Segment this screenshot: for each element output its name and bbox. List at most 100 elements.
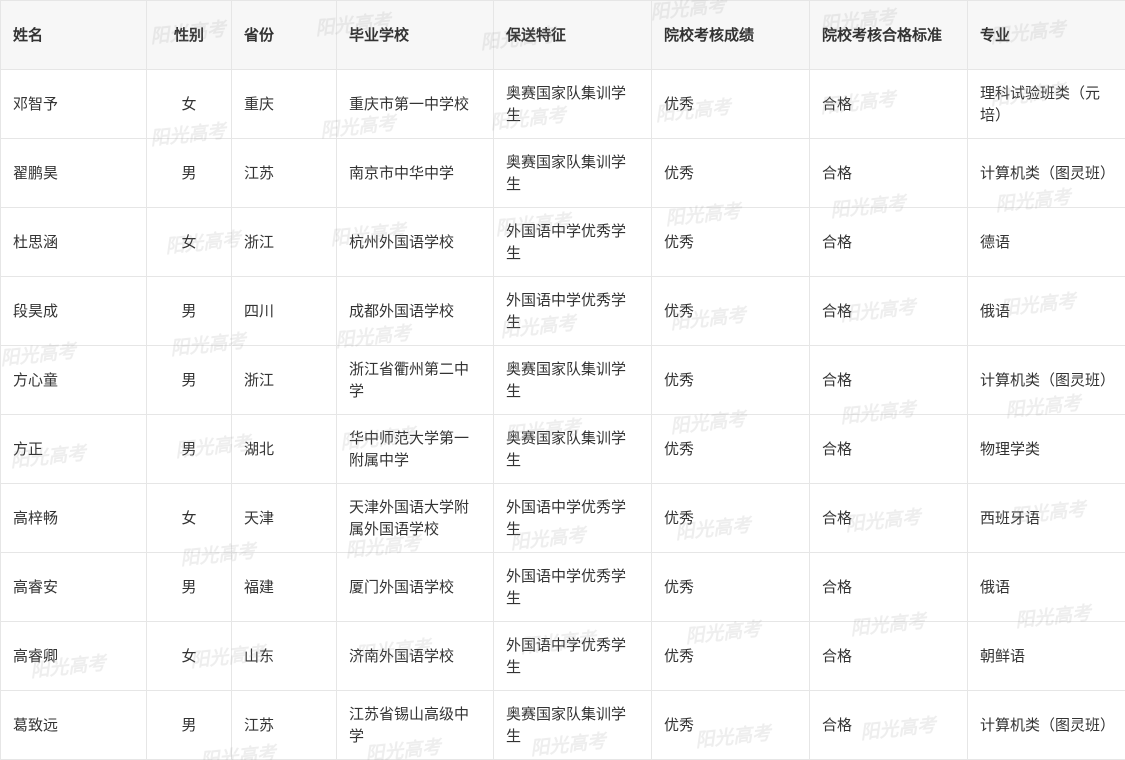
header-score: 院校考核成绩 xyxy=(651,0,810,70)
cell-major: 西班牙语 xyxy=(967,483,1125,553)
table-row: 方心童男浙江 浙江省衢州第二中学 奥赛国家队集训学生 优秀 合格 计算机类（图灵班） xyxy=(0,345,1125,415)
cell-major: 计算机类（图灵班） xyxy=(967,345,1125,415)
cell-province: 浙江 xyxy=(231,345,337,415)
cell-standard: 合格 xyxy=(809,690,968,760)
admission-table: 姓名 性别 省份 毕业学校 保送特征 院校考核成绩 院校考核合格标准 专业 邓智… xyxy=(0,0,1125,760)
cell-standard: 合格 xyxy=(809,207,968,277)
cell-major: 计算机类（图灵班） xyxy=(967,690,1125,760)
header-school: 毕业学校 xyxy=(336,0,494,70)
table-row: 邓智予女重庆 重庆市第一中学校 奥赛国家队集训学生 优秀 合格 理科试验班类（元培） xyxy=(0,69,1125,139)
cell-feature: 奥赛国家队集训学生 xyxy=(493,414,652,484)
cell-school: 华中师范大学第一附属中学 xyxy=(336,414,494,484)
cell-major: 俄语 xyxy=(967,552,1125,622)
table-row: 段昊成男四川 成都外国语学校 外国语中学优秀学生 优秀 合格 俄语 xyxy=(0,276,1125,346)
cell-school: 浙江省衢州第二中学 xyxy=(336,345,494,415)
cell-feature: 外国语中学优秀学生 xyxy=(493,552,652,622)
cell-name: 高睿卿 xyxy=(0,621,147,691)
cell-gender: 男 xyxy=(146,552,232,622)
cell-score: 优秀 xyxy=(651,138,810,208)
cell-school: 重庆市第一中学校 xyxy=(336,69,494,139)
cell-feature: 奥赛国家队集训学生 xyxy=(493,138,652,208)
table-row: 高睿卿女山东 济南外国语学校 外国语中学优秀学生 优秀 合格 朝鲜语 xyxy=(0,621,1125,691)
cell-name: 翟鹏昊 xyxy=(0,138,147,208)
cell-school: 天津外国语大学附属外国语学校 xyxy=(336,483,494,553)
cell-gender: 男 xyxy=(146,414,232,484)
cell-score: 优秀 xyxy=(651,276,810,346)
table-row: 葛致远男江苏 江苏省锡山高级中学 奥赛国家队集训学生 优秀 合格 计算机类（图灵班） xyxy=(0,690,1125,760)
cell-name: 高睿安 xyxy=(0,552,147,622)
cell-province: 江苏 xyxy=(231,690,337,760)
cell-name: 方心童 xyxy=(0,345,147,415)
cell-name: 邓智予 xyxy=(0,69,147,139)
cell-score: 优秀 xyxy=(651,552,810,622)
cell-standard: 合格 xyxy=(809,345,968,415)
cell-school: 济南外国语学校 xyxy=(336,621,494,691)
cell-score: 优秀 xyxy=(651,621,810,691)
cell-gender: 男 xyxy=(146,276,232,346)
cell-gender: 男 xyxy=(146,690,232,760)
cell-name: 段昊成 xyxy=(0,276,147,346)
header-province: 省份 xyxy=(231,0,337,70)
cell-province: 浙江 xyxy=(231,207,337,277)
cell-major: 德语 xyxy=(967,207,1125,277)
cell-feature: 奥赛国家队集训学生 xyxy=(493,345,652,415)
cell-school: 厦门外国语学校 xyxy=(336,552,494,622)
cell-gender: 男 xyxy=(146,345,232,415)
cell-major: 物理学类 xyxy=(967,414,1125,484)
cell-school: 杭州外国语学校 xyxy=(336,207,494,277)
cell-school: 江苏省锡山高级中学 xyxy=(336,690,494,760)
cell-gender: 女 xyxy=(146,207,232,277)
cell-gender: 男 xyxy=(146,138,232,208)
cell-major: 俄语 xyxy=(967,276,1125,346)
cell-score: 优秀 xyxy=(651,414,810,484)
cell-score: 优秀 xyxy=(651,483,810,553)
cell-name: 杜思涵 xyxy=(0,207,147,277)
header-feature: 保送特征 xyxy=(493,0,652,70)
cell-score: 优秀 xyxy=(651,690,810,760)
cell-standard: 合格 xyxy=(809,621,968,691)
cell-name: 高梓畅 xyxy=(0,483,147,553)
cell-standard: 合格 xyxy=(809,552,968,622)
cell-major: 计算机类（图灵班） xyxy=(967,138,1125,208)
cell-standard: 合格 xyxy=(809,69,968,139)
cell-feature: 外国语中学优秀学生 xyxy=(493,621,652,691)
cell-province: 四川 xyxy=(231,276,337,346)
cell-standard: 合格 xyxy=(809,414,968,484)
cell-gender: 女 xyxy=(146,69,232,139)
cell-feature: 外国语中学优秀学生 xyxy=(493,276,652,346)
table-row: 翟鹏昊男江苏 南京市中华中学 奥赛国家队集训学生 优秀 合格 计算机类（图灵班） xyxy=(0,138,1125,208)
cell-score: 优秀 xyxy=(651,69,810,139)
cell-name: 方正 xyxy=(0,414,147,484)
cell-school: 南京市中华中学 xyxy=(336,138,494,208)
cell-province: 湖北 xyxy=(231,414,337,484)
table-body: 邓智予女重庆 重庆市第一中学校 奥赛国家队集训学生 优秀 合格 理科试验班类（元培） 翟鹏昊… xyxy=(0,69,1125,760)
table-row: 高睿安男福建 厦门外国语学校 外国语中学优秀学生 优秀 合格 俄语 xyxy=(0,552,1125,622)
cell-province: 江苏 xyxy=(231,138,337,208)
header-name: 姓名 xyxy=(0,0,147,70)
table-row: 高梓畅女天津 天津外国语大学附属外国语学校 外国语中学优秀学生 优秀 合格 西班牙语 xyxy=(0,483,1125,553)
cell-name: 葛致远 xyxy=(0,690,147,760)
cell-province: 天津 xyxy=(231,483,337,553)
cell-school: 成都外国语学校 xyxy=(336,276,494,346)
cell-feature: 奥赛国家队集训学生 xyxy=(493,690,652,760)
cell-standard: 合格 xyxy=(809,138,968,208)
header-standard: 院校考核合格标准 xyxy=(809,0,968,70)
header-gender: 性别 xyxy=(146,0,232,70)
cell-score: 优秀 xyxy=(651,207,810,277)
cell-feature: 奥赛国家队集训学生 xyxy=(493,69,652,139)
cell-standard: 合格 xyxy=(809,276,968,346)
cell-major: 理科试验班类（元培） xyxy=(967,69,1125,139)
table-row: 方正男湖北 华中师范大学第一附属中学 奥赛国家队集训学生 优秀 合格 物理学类 xyxy=(0,414,1125,484)
cell-score: 优秀 xyxy=(651,345,810,415)
cell-province: 福建 xyxy=(231,552,337,622)
cell-feature: 外国语中学优秀学生 xyxy=(493,207,652,277)
cell-standard: 合格 xyxy=(809,483,968,553)
header-major: 专业 xyxy=(967,0,1125,70)
table-header-row: 姓名 性别 省份 毕业学校 保送特征 院校考核成绩 院校考核合格标准 专业 xyxy=(0,0,1125,70)
cell-gender: 女 xyxy=(146,621,232,691)
cell-gender: 女 xyxy=(146,483,232,553)
cell-major: 朝鲜语 xyxy=(967,621,1125,691)
table-row: 杜思涵女浙江 杭州外国语学校 外国语中学优秀学生 优秀 合格 德语 xyxy=(0,207,1125,277)
cell-province: 山东 xyxy=(231,621,337,691)
cell-feature: 外国语中学优秀学生 xyxy=(493,483,652,553)
